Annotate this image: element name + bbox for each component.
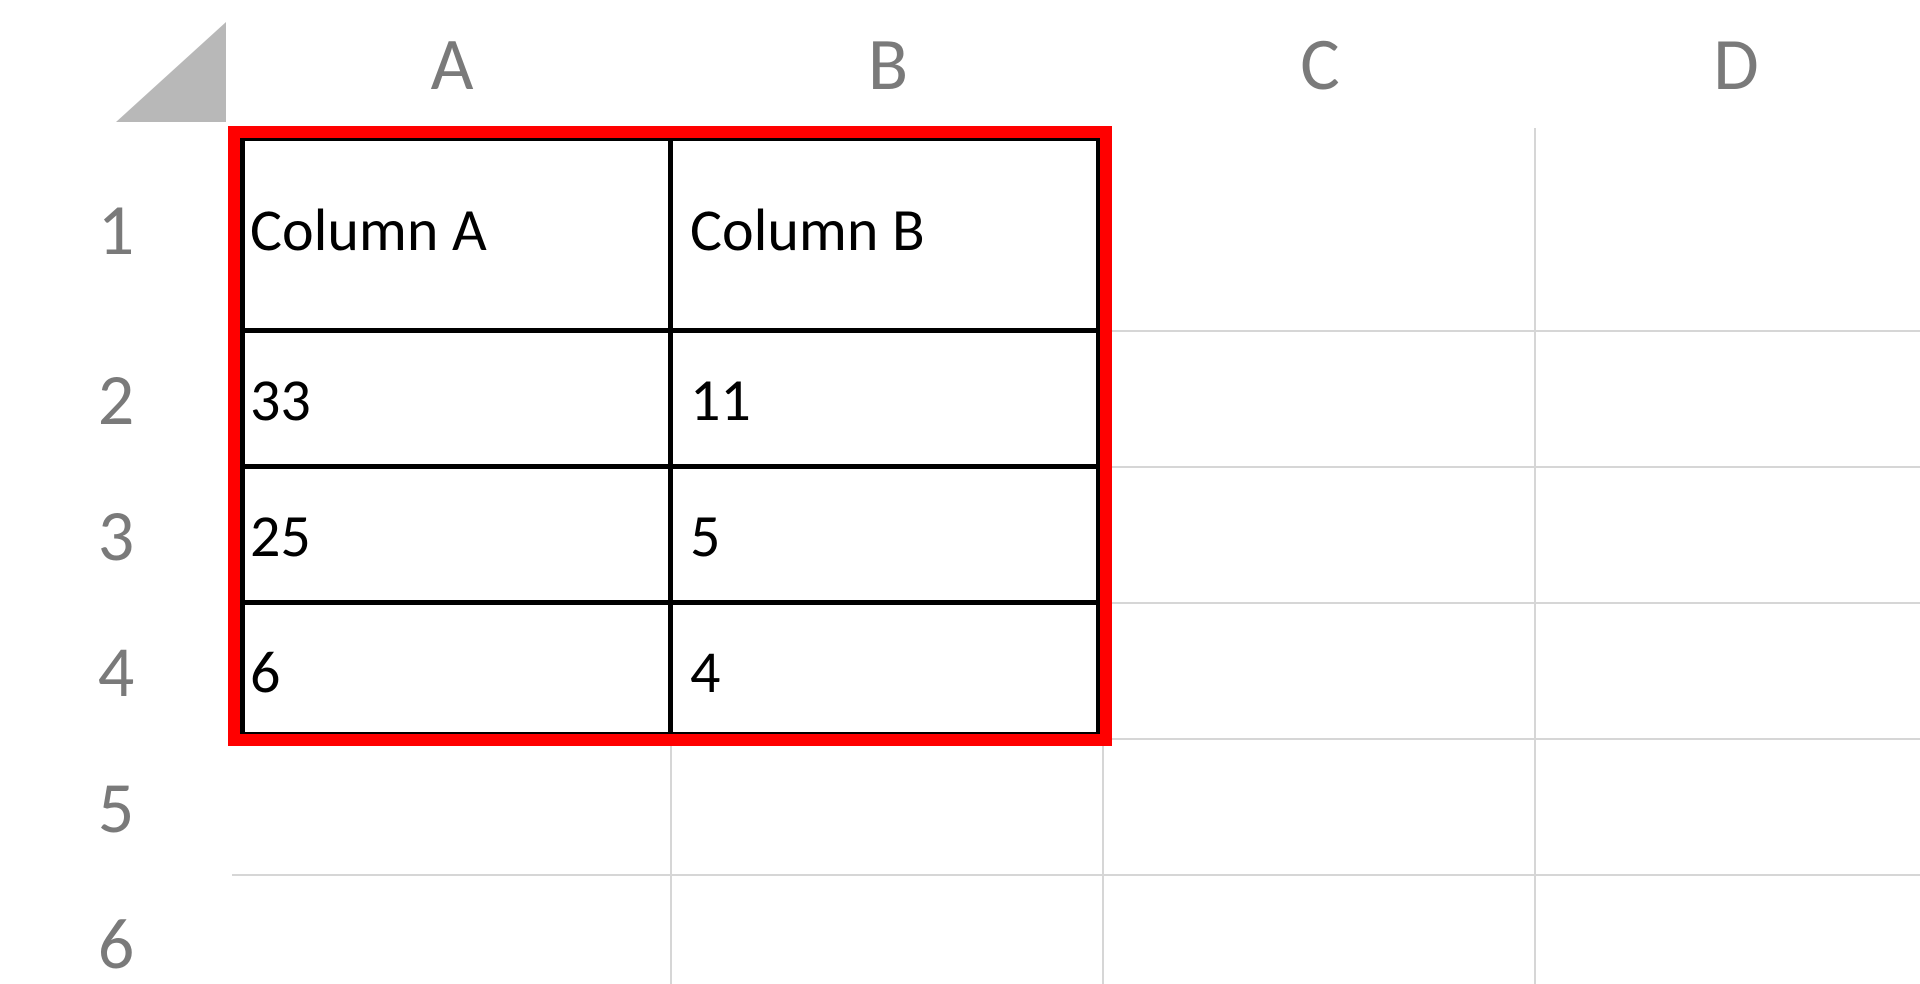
select-all-triangle-icon — [116, 22, 226, 122]
cell-D6[interactable] — [1536, 876, 1920, 984]
cell-C2[interactable] — [1104, 332, 1536, 468]
cell-C3[interactable] — [1104, 468, 1536, 604]
cell-A3[interactable]: 25 — [232, 468, 672, 604]
cell-A2[interactable]: 33 — [232, 332, 672, 468]
cell-A1[interactable]: Column A — [232, 128, 672, 332]
cell-D4[interactable] — [1536, 604, 1920, 740]
cell-C6[interactable] — [1104, 876, 1536, 984]
select-all-button[interactable] — [0, 0, 232, 128]
row-header-2[interactable]: 2 — [0, 332, 232, 468]
row-header-6[interactable]: 6 — [0, 876, 232, 984]
column-header-C[interactable]: C — [1104, 0, 1536, 128]
cell-B4[interactable]: 4 — [672, 604, 1104, 740]
row-header-5[interactable]: 5 — [0, 740, 232, 876]
cell-border — [240, 136, 245, 736]
cell-B6[interactable] — [672, 876, 1104, 984]
cell-B2[interactable]: 11 — [672, 332, 1104, 468]
row-header-1[interactable]: 1 — [0, 128, 232, 332]
cell-D5[interactable] — [1536, 740, 1920, 876]
cell-border — [1096, 136, 1104, 736]
cell-A6[interactable] — [232, 876, 672, 984]
column-header-D[interactable]: D — [1536, 0, 1920, 128]
spreadsheet-grid[interactable]: A B C D 1 2 3 4 5 6 Column A Column B 33… — [0, 0, 1920, 984]
cell-B1[interactable]: Column B — [672, 128, 1104, 332]
cell-A4[interactable]: 6 — [232, 604, 672, 740]
cell-B5[interactable] — [672, 740, 1104, 876]
cell-C5[interactable] — [1104, 740, 1536, 876]
row-header-3[interactable]: 3 — [0, 468, 232, 604]
cell-D2[interactable] — [1536, 332, 1920, 468]
cell-C1[interactable] — [1104, 128, 1536, 332]
cell-D3[interactable] — [1536, 468, 1920, 604]
cell-border — [668, 136, 673, 736]
cell-C4[interactable] — [1104, 604, 1536, 740]
column-header-A[interactable]: A — [232, 0, 672, 128]
cell-B3[interactable]: 5 — [672, 468, 1104, 604]
cell-A5[interactable] — [232, 740, 672, 876]
cell-D1[interactable] — [1536, 128, 1920, 332]
column-header-B[interactable]: B — [672, 0, 1104, 128]
row-header-4[interactable]: 4 — [0, 604, 232, 740]
